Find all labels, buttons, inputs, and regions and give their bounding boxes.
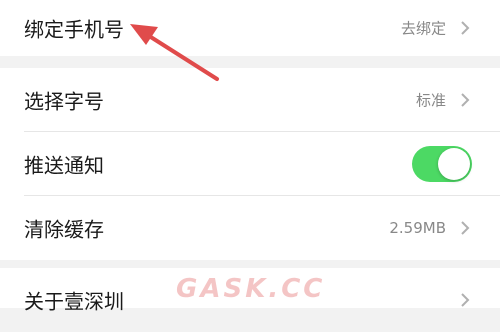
display-settings-group: 选择字号 标准 推送通知 清除缓存 2.59MB (0, 68, 500, 260)
push-notification-toggle[interactable] (412, 146, 472, 182)
push-notification-row: 推送通知 (0, 132, 500, 196)
clear-cache-label: 清除缓存 (24, 217, 104, 242)
watermark: GASK.CC (176, 274, 326, 304)
cache-size-value: 2.59MB (389, 219, 446, 237)
about-label: 关于壹深圳 (24, 289, 124, 314)
account-settings-group: 绑定手机号 去绑定 (0, 0, 500, 56)
bind-phone-value: 去绑定 (400, 19, 446, 38)
bind-phone-row[interactable]: 绑定手机号 去绑定 (0, 0, 500, 56)
clear-cache-row[interactable]: 清除缓存 2.59MB (0, 196, 500, 260)
font-size-row[interactable]: 选择字号 标准 (0, 68, 500, 132)
chevron-right-icon (461, 93, 470, 107)
chevron-right-icon (461, 21, 470, 35)
chevron-right-icon (461, 293, 470, 307)
toggle-knob (438, 148, 470, 180)
bind-phone-label: 绑定手机号 (24, 17, 124, 42)
chevron-right-icon (461, 221, 470, 235)
push-notification-label: 推送通知 (24, 153, 104, 178)
font-size-label: 选择字号 (24, 89, 104, 114)
font-size-value: 标准 (415, 91, 446, 110)
